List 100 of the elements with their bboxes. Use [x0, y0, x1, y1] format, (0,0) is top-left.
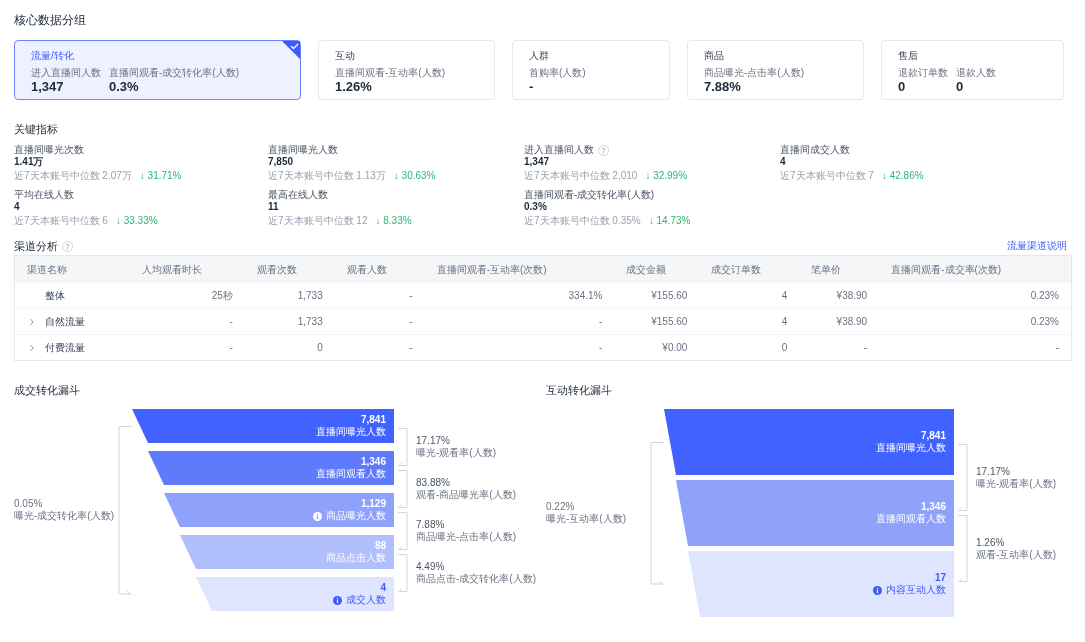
expand-chevron-icon[interactable]	[27, 342, 37, 353]
card-metric-label: 退款人数	[956, 67, 996, 79]
median-text: 近7天本账号中位数 1.13万	[268, 170, 386, 182]
overall-rate: 0.05%	[14, 498, 44, 510]
median-text: 近7天本账号中位数 12	[268, 215, 368, 227]
metric-value: 1,347	[524, 156, 551, 168]
metric-value: 4	[780, 156, 787, 168]
table-cell-text: 付费流量	[45, 341, 85, 355]
conversion-rate: 17.17%	[416, 435, 451, 447]
metric-card[interactable]: 商品 商品曝光-点击率(人数) 7.88%	[687, 40, 864, 100]
median-text: 近7天本账号中位数 2.07万	[14, 170, 132, 182]
card-metric-label: 商品曝光-点击率(人数)	[704, 67, 804, 79]
card-metric-label: 首购率(人数)	[529, 67, 586, 79]
stage-label: 直播间观看人数	[876, 513, 946, 525]
metric-label: 直播间曝光次数	[14, 144, 84, 156]
stage-label: 商品曝光人数	[326, 510, 386, 522]
table-cell-text: ¥155.60	[650, 315, 689, 329]
table-cell-text: 1,733	[296, 289, 324, 303]
median-text: 近7天本账号中位数 0.35%	[524, 215, 641, 227]
info-icon	[873, 585, 882, 595]
metric-label: 最高在线人数	[268, 189, 328, 201]
table-cell-text: 0	[316, 341, 324, 355]
table-cell-text: ¥155.60	[650, 289, 689, 303]
table-cell-text: -	[862, 341, 869, 355]
metric-value: 0.3%	[524, 201, 548, 213]
table-cell-text: 4	[780, 289, 789, 303]
metric-value: 1.41万	[14, 156, 45, 168]
selected-check-icon	[282, 41, 300, 59]
conversion-rate: 83.88%	[416, 477, 451, 489]
table-cell-text: 1,733	[296, 315, 324, 329]
stage-value: 7,841	[920, 430, 946, 442]
stage-label: 商品点击人数	[326, 552, 386, 564]
metric-card[interactable]: 流量/转化 进入直播间人数 1,347 直播间观看-成交转化率(人数) 0.3%	[14, 40, 301, 100]
metric-value: 4	[14, 201, 21, 213]
metric-card[interactable]: 人群 首购率(人数) -	[512, 40, 670, 100]
info-icon	[333, 595, 342, 605]
card-metric-value: 0.3%	[109, 79, 140, 95]
column-header: 人均观看时长	[140, 262, 203, 277]
card-metric-value: 1,347	[31, 79, 65, 95]
section-title: 关键指标	[14, 122, 59, 136]
overall-rate-label: 曝光-成交转化率(人数)	[14, 510, 115, 522]
bracket-arrow	[398, 428, 408, 466]
table-cell-text: ¥38.90	[835, 289, 869, 303]
card-metric-label: 进入直播间人数	[31, 67, 101, 79]
stage-value: 1,346	[360, 456, 386, 468]
table-cell-text: 0	[780, 341, 789, 355]
metric-card[interactable]: 互动 直播间观看-互动率(人数) 1.26%	[318, 40, 495, 100]
card-title: 人群	[529, 49, 550, 62]
card-metric-value: 0	[898, 79, 907, 95]
conversion-label: 曝光-观看率(人数)	[976, 477, 1056, 490]
conversion-rate: 17.17%	[976, 465, 1011, 478]
stage-value: 1,346	[920, 501, 946, 513]
stage-value: 7,841	[360, 414, 386, 426]
conversion-label: 商品曝光-点击率(人数)	[416, 531, 516, 543]
table-cell-text: ¥0.00	[661, 341, 689, 355]
column-header: 直播间观看-互动率(次数)	[435, 262, 548, 277]
median-text: 近7天本账号中位数 6	[14, 215, 108, 227]
bracket-arrow	[398, 512, 408, 550]
section-title: 渠道分析	[14, 239, 58, 253]
table-cell-text: ¥38.90	[835, 315, 869, 329]
stage-value: 4	[380, 582, 386, 594]
bracket-arrow	[398, 554, 408, 592]
stage-label: 直播间观看人数	[316, 468, 386, 480]
channel-help-link[interactable]: 流量渠道说明	[1007, 239, 1067, 253]
metric-label: 直播间观看-成交转化率(人数)	[524, 189, 654, 201]
card-metric-value: 1.26%	[335, 79, 373, 95]
stage-label: 成交人数	[346, 594, 386, 606]
column-header: 成交金额	[625, 262, 668, 277]
metric-label: 进入直播间人数	[524, 144, 594, 156]
column-header: 直播间观看-成交率(次数)	[890, 262, 1003, 277]
conversion-rate: 1.26%	[976, 536, 1006, 549]
table-cell-text: -	[408, 341, 414, 355]
metric-card[interactable]: 售后 退款订单数 0 退款人数 0	[881, 40, 1064, 100]
median-text: 近7天本账号中位数 7	[780, 170, 874, 182]
conversion-label: 曝光-观看率(人数)	[416, 447, 496, 459]
column-header: 观看次数	[255, 262, 298, 277]
median-text: 近7天本账号中位数 2,010	[524, 170, 638, 182]
change-value: ↓ 32.99%	[645, 170, 688, 182]
table-cell-text: 4	[780, 315, 789, 329]
bracket-arrow	[398, 470, 408, 508]
info-icon	[313, 511, 322, 521]
stage-label: 直播间曝光人数	[316, 426, 386, 438]
conversion-label: 商品点击-成交转化率(人数)	[416, 573, 536, 585]
table-cell-text: -	[598, 315, 604, 329]
section-title: 核心数据分组	[14, 12, 87, 28]
card-title: 流量/转化	[31, 49, 75, 62]
stage-value: 17	[934, 572, 946, 584]
expand-chevron-icon[interactable]	[27, 316, 37, 327]
bracket-arrow	[958, 444, 968, 511]
change-value: ↓ 30.63%	[393, 170, 436, 182]
change-value: ↓ 42.86%	[881, 170, 924, 182]
table-cell-text: -	[228, 341, 234, 355]
table-cell-text: -	[408, 289, 414, 303]
stage-value: 88	[374, 540, 386, 552]
card-metric-value: 7.88%	[704, 79, 742, 95]
column-header: 渠道名称	[26, 262, 68, 277]
table-cell-text: -	[228, 315, 234, 329]
table-cell-text: 自然流量	[45, 315, 85, 329]
card-metric-label: 直播间观看-成交转化率(人数)	[109, 67, 239, 79]
card-title: 互动	[335, 49, 356, 62]
